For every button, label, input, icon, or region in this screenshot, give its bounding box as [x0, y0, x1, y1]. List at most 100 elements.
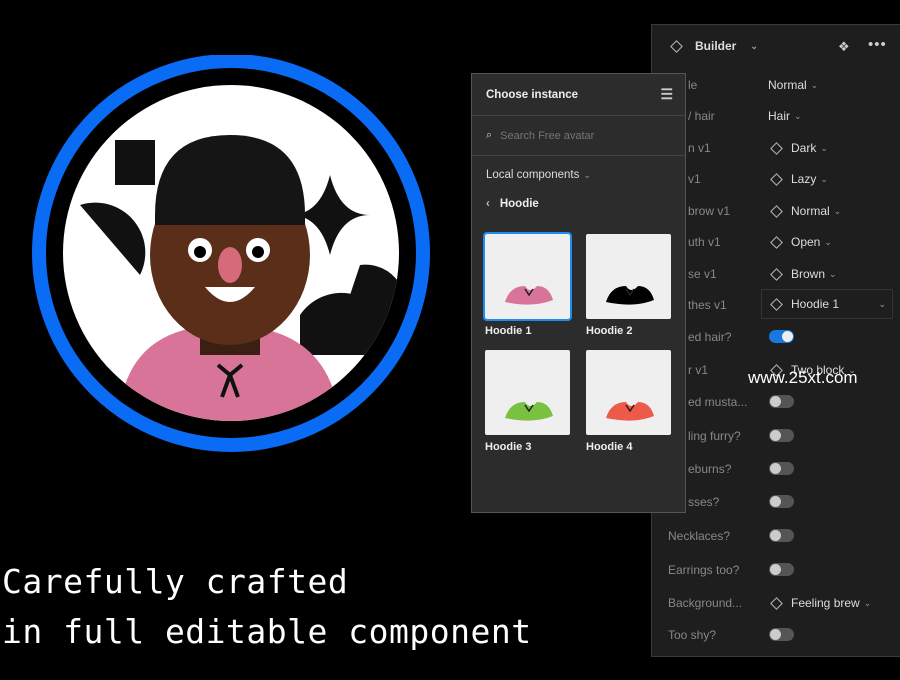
property-toggle[interactable] [769, 529, 794, 542]
property-row: v1 Lazy ⌄ [652, 169, 900, 189]
property-row: uth v1 Open ⌄ [652, 232, 900, 252]
property-row: Background... Feeling brew ⌄ [652, 593, 900, 613]
choose-instance-popup: Choose instance ☰ ⌕ Local components⌄ ‹ Ho… [471, 73, 686, 513]
property-row: se v1 Brown ⌄ [652, 264, 900, 284]
instance-name: Hoodie 4 [586, 441, 633, 453]
chevron-down-icon: ⌄ [820, 142, 828, 153]
instance-item[interactable]: Hoodie 3 [485, 350, 570, 453]
chevron-down-icon: ⌄ [820, 173, 828, 184]
property-value: Lazy [791, 172, 817, 186]
property-label: ed hair? [688, 330, 732, 344]
property-row: thes v1 Hoodie 1 ⌄ [652, 289, 900, 319]
property-label: Necklaces? [668, 529, 731, 543]
property-label: ed musta... [688, 395, 748, 409]
property-select[interactable]: Normal ⌄ [768, 204, 841, 218]
back-to-folder-button[interactable]: ‹ Hoodie [472, 181, 685, 210]
property-toggle[interactable] [769, 429, 794, 442]
hoodie-preview [606, 402, 654, 421]
property-row: ed hair? [652, 327, 900, 347]
property-row: Earrings too? [652, 560, 900, 580]
component-icon [770, 141, 783, 155]
instance-name: Hoodie 3 [485, 441, 532, 453]
chevron-down-icon: ⌄ [824, 236, 832, 247]
property-value: Dark [791, 141, 817, 155]
component-icon [770, 267, 783, 281]
property-value: Feeling brew [791, 596, 860, 610]
property-value: Hair [768, 109, 791, 123]
property-select[interactable]: Open ⌄ [768, 235, 832, 249]
property-value: Brown [791, 267, 826, 281]
instance-thumbnail [483, 232, 572, 321]
more-options-icon[interactable]: ••• [868, 36, 887, 53]
property-label: Background... [668, 596, 743, 610]
component-icon [770, 297, 783, 311]
instance-item[interactable]: Hoodie 1 [483, 232, 572, 337]
property-row: le Normal ⌄ [652, 75, 900, 95]
popup-title: Choose instance [486, 88, 579, 101]
list-view-icon[interactable]: ☰ [660, 86, 673, 103]
avatar-illustration [32, 55, 430, 452]
property-label: le [688, 78, 698, 92]
property-label: se v1 [688, 267, 717, 281]
watermark: www.25xt.com [748, 368, 858, 387]
component-icon [770, 596, 783, 610]
property-label: n v1 [688, 141, 711, 155]
instance-name: Hoodie 2 [586, 325, 633, 337]
property-select[interactable]: Hoodie 1 ⌄ [761, 289, 893, 319]
property-toggle[interactable] [769, 628, 794, 641]
hoodie-preview [505, 286, 553, 305]
property-select[interactable]: Dark ⌄ [768, 141, 828, 155]
property-row: eburns? [652, 459, 900, 479]
property-label: thes v1 [688, 298, 727, 312]
property-label: brow v1 [688, 204, 731, 218]
chevron-down-icon: ⌄ [794, 110, 802, 121]
property-label: uth v1 [688, 235, 721, 249]
property-label: Earrings too? [668, 563, 740, 577]
property-row: brow v1 Normal ⌄ [652, 201, 900, 221]
property-select[interactable]: Hair ⌄ [768, 109, 802, 123]
property-toggle[interactable] [769, 462, 794, 475]
property-value: Hoodie 1 [791, 297, 840, 311]
chevron-down-icon: ⌄ [583, 170, 591, 180]
chevron-down-icon: ⌄ [810, 79, 819, 90]
property-row: Too shy? [652, 625, 900, 645]
instance-name: Hoodie 1 [485, 325, 532, 337]
property-select[interactable]: Feeling brew ⌄ [768, 596, 871, 610]
search-input[interactable] [500, 129, 643, 142]
property-label: / hair [688, 109, 715, 123]
hoodie-preview [606, 286, 654, 305]
property-row: Necklaces? [652, 526, 900, 546]
tagline-line-1: Carefully crafted [2, 562, 349, 601]
property-select[interactable]: Lazy ⌄ [768, 172, 828, 186]
chevron-down-icon: ⌄ [829, 268, 837, 279]
property-row: / hair Hair ⌄ [652, 106, 900, 126]
library-dropdown[interactable]: Local components ⌄ [472, 156, 685, 181]
component-set-icon[interactable]: ❖ [838, 39, 850, 55]
component-icon [770, 204, 783, 218]
builder-title: Builder [695, 39, 737, 53]
component-icon [770, 172, 783, 186]
property-label: sses? [688, 495, 720, 509]
property-value: Normal [768, 78, 807, 92]
property-row: n v1 Dark ⌄ [652, 138, 900, 158]
instance-item[interactable]: Hoodie 2 [586, 234, 671, 337]
instance-item[interactable]: Hoodie 4 [586, 350, 671, 453]
property-select[interactable]: Normal ⌄ [768, 78, 818, 92]
component-icon [670, 39, 683, 53]
instance-thumbnail [485, 350, 570, 435]
property-value: Open [791, 235, 821, 249]
builder-header[interactable]: Builder ⌄ [668, 39, 758, 53]
property-toggle[interactable] [769, 395, 794, 408]
component-icon [770, 235, 783, 249]
property-label: v1 [688, 172, 701, 186]
chevron-left-icon: ‹ [486, 198, 490, 210]
property-toggle[interactable] [769, 495, 794, 508]
tagline-line-2: in full editable component [2, 612, 532, 651]
property-label: Too shy? [668, 628, 717, 642]
search-icon: ⌕ [486, 129, 493, 141]
chevron-down-icon: ⌄ [750, 40, 758, 51]
property-toggle[interactable] [769, 330, 794, 343]
property-toggle[interactable] [769, 563, 794, 576]
property-label: eburns? [688, 462, 732, 476]
property-select[interactable]: Brown ⌄ [768, 267, 837, 281]
